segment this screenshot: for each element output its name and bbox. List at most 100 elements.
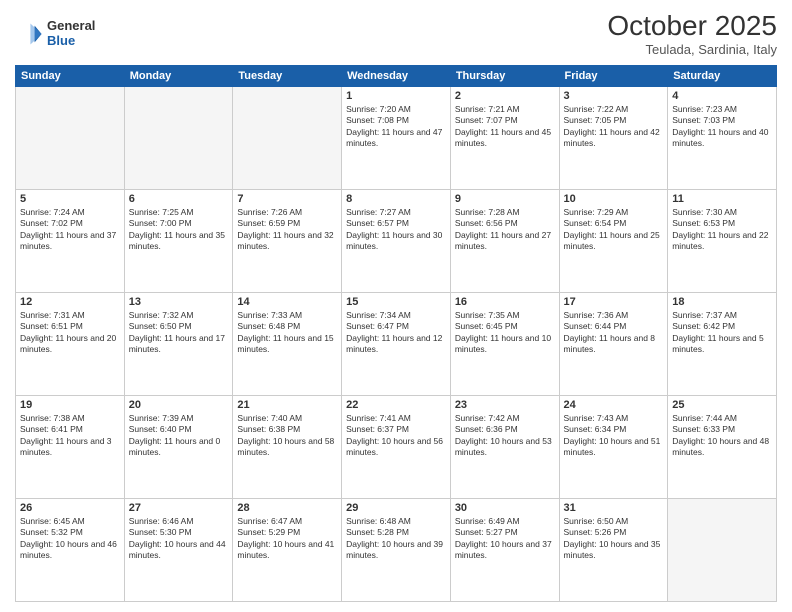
day-number: 18 bbox=[672, 296, 772, 308]
table-row: 8 Sunrise: 7:27 AMSunset: 6:57 PMDaylight… bbox=[342, 190, 451, 293]
table-row: 12 Sunrise: 7:31 AMSunset: 6:51 PMDayligh… bbox=[16, 293, 125, 396]
day-info: Sunrise: 7:24 AMSunset: 7:02 PMDaylight:… bbox=[20, 207, 120, 253]
table-row: 26 Sunrise: 6:45 AMSunset: 5:32 PMDayligh… bbox=[16, 499, 125, 602]
table-row: 1Sunrise: 7:20 AMSunset: 7:08 PMDaylight… bbox=[342, 87, 451, 190]
day-number: 13 bbox=[129, 296, 229, 308]
calendar-week-row: 1Sunrise: 7:20 AMSunset: 7:08 PMDaylight… bbox=[16, 87, 777, 190]
table-row: 18 Sunrise: 7:37 AMSunset: 6:42 PMDayligh… bbox=[668, 293, 777, 396]
table-row bbox=[124, 87, 233, 190]
day-number: 4 bbox=[672, 90, 772, 102]
day-number: 26 bbox=[20, 502, 120, 514]
logo-text: General Blue bbox=[47, 19, 95, 48]
day-info: Sunrise: 7:39 AMSunset: 6:40 PMDaylight:… bbox=[129, 413, 229, 459]
title-section: October 2025 Teulada, Sardinia, Italy bbox=[607, 10, 777, 57]
table-row: 11 Sunrise: 7:30 AMSunset: 6:53 PMDayligh… bbox=[668, 190, 777, 293]
day-info: Sunrise: 6:45 AMSunset: 5:32 PMDaylight:… bbox=[20, 516, 120, 562]
day-number: 6 bbox=[129, 193, 229, 205]
table-row: 2 Sunrise: 7:21 AMSunset: 7:07 PMDaylight… bbox=[450, 87, 559, 190]
day-number: 27 bbox=[129, 502, 229, 514]
day-info: Sunrise: 6:50 AMSunset: 5:26 PMDaylight:… bbox=[564, 516, 664, 562]
day-info: Sunrise: 7:23 AMSunset: 7:03 PMDaylight:… bbox=[672, 104, 772, 150]
day-number: 12 bbox=[20, 296, 120, 308]
col-saturday: Saturday bbox=[668, 66, 777, 87]
day-number: 16 bbox=[455, 296, 555, 308]
header: General Blue October 2025 Teulada, Sardi… bbox=[15, 10, 777, 57]
location-subtitle: Teulada, Sardinia, Italy bbox=[607, 42, 777, 57]
day-info: Sunrise: 7:34 AMSunset: 6:47 PMDaylight:… bbox=[346, 310, 446, 356]
day-number: 11 bbox=[672, 193, 772, 205]
day-info: Sunrise: 7:37 AMSunset: 6:42 PMDaylight:… bbox=[672, 310, 772, 356]
day-number: 19 bbox=[20, 399, 120, 411]
table-row: 3 Sunrise: 7:22 AMSunset: 7:05 PMDaylight… bbox=[559, 87, 668, 190]
logo-icon bbox=[15, 20, 43, 48]
table-row: 23Sunrise: 7:42 AMSunset: 6:36 PMDayligh… bbox=[450, 396, 559, 499]
day-number: 8 bbox=[346, 193, 446, 205]
table-row: 20 Sunrise: 7:39 AMSunset: 6:40 PMDayligh… bbox=[124, 396, 233, 499]
day-info: Sunrise: 6:47 AMSunset: 5:29 PMDaylight:… bbox=[237, 516, 337, 562]
table-row: 7 Sunrise: 7:26 AMSunset: 6:59 PMDaylight… bbox=[233, 190, 342, 293]
day-info: Sunrise: 7:33 AMSunset: 6:48 PMDaylight:… bbox=[237, 310, 337, 356]
day-number: 14 bbox=[237, 296, 337, 308]
table-row: 30 Sunrise: 6:49 AMSunset: 5:27 PMDayligh… bbox=[450, 499, 559, 602]
day-info: Sunrise: 7:31 AMSunset: 6:51 PMDaylight:… bbox=[20, 310, 120, 356]
day-info: Sunrise: 7:21 AMSunset: 7:07 PMDaylight:… bbox=[455, 104, 555, 150]
day-info: Sunrise: 7:36 AMSunset: 6:44 PMDaylight:… bbox=[564, 310, 664, 356]
day-info: Sunrise: 7:22 AMSunset: 7:05 PMDaylight:… bbox=[564, 104, 664, 150]
day-info: Sunrise: 7:43 AMSunset: 6:34 PMDaylight:… bbox=[564, 413, 664, 459]
table-row: 13 Sunrise: 7:32 AMSunset: 6:50 PMDayligh… bbox=[124, 293, 233, 396]
day-info: Sunrise: 7:32 AMSunset: 6:50 PMDaylight:… bbox=[129, 310, 229, 356]
day-number: 17 bbox=[564, 296, 664, 308]
day-number: 1 bbox=[346, 90, 446, 102]
col-monday: Monday bbox=[124, 66, 233, 87]
table-row bbox=[668, 499, 777, 602]
day-info: Sunrise: 7:25 AMSunset: 7:00 PMDaylight:… bbox=[129, 207, 229, 253]
table-row: 9Sunrise: 7:28 AMSunset: 6:56 PMDaylight… bbox=[450, 190, 559, 293]
day-number: 5 bbox=[20, 193, 120, 205]
day-number: 20 bbox=[129, 399, 229, 411]
day-number: 21 bbox=[237, 399, 337, 411]
table-row: 28 Sunrise: 6:47 AMSunset: 5:29 PMDayligh… bbox=[233, 499, 342, 602]
col-thursday: Thursday bbox=[450, 66, 559, 87]
day-number: 2 bbox=[455, 90, 555, 102]
table-row: 16Sunrise: 7:35 AMSunset: 6:45 PMDayligh… bbox=[450, 293, 559, 396]
table-row: 5 Sunrise: 7:24 AMSunset: 7:02 PMDaylight… bbox=[16, 190, 125, 293]
table-row: 10Sunrise: 7:29 AMSunset: 6:54 PMDayligh… bbox=[559, 190, 668, 293]
calendar-week-row: 26 Sunrise: 6:45 AMSunset: 5:32 PMDayligh… bbox=[16, 499, 777, 602]
day-number: 3 bbox=[564, 90, 664, 102]
day-number: 24 bbox=[564, 399, 664, 411]
table-row: 19Sunrise: 7:38 AMSunset: 6:41 PMDayligh… bbox=[16, 396, 125, 499]
table-row bbox=[233, 87, 342, 190]
day-number: 7 bbox=[237, 193, 337, 205]
table-row: 21Sunrise: 7:40 AMSunset: 6:38 PMDayligh… bbox=[233, 396, 342, 499]
logo: General Blue bbox=[15, 19, 95, 48]
day-number: 23 bbox=[455, 399, 555, 411]
day-number: 15 bbox=[346, 296, 446, 308]
day-info: Sunrise: 6:49 AMSunset: 5:27 PMDaylight:… bbox=[455, 516, 555, 562]
table-row: 24 Sunrise: 7:43 AMSunset: 6:34 PMDayligh… bbox=[559, 396, 668, 499]
day-info: Sunrise: 6:48 AMSunset: 5:28 PMDaylight:… bbox=[346, 516, 446, 562]
col-sunday: Sunday bbox=[16, 66, 125, 87]
day-info: Sunrise: 7:41 AMSunset: 6:37 PMDaylight:… bbox=[346, 413, 446, 459]
day-number: 30 bbox=[455, 502, 555, 514]
day-number: 9 bbox=[455, 193, 555, 205]
table-row: 17 Sunrise: 7:36 AMSunset: 6:44 PMDayligh… bbox=[559, 293, 668, 396]
calendar-week-row: 19Sunrise: 7:38 AMSunset: 6:41 PMDayligh… bbox=[16, 396, 777, 499]
day-info: Sunrise: 6:46 AMSunset: 5:30 PMDaylight:… bbox=[129, 516, 229, 562]
day-number: 31 bbox=[564, 502, 664, 514]
logo-blue-label: Blue bbox=[47, 34, 95, 48]
day-number: 25 bbox=[672, 399, 772, 411]
col-friday: Friday bbox=[559, 66, 668, 87]
day-info: Sunrise: 7:44 AMSunset: 6:33 PMDaylight:… bbox=[672, 413, 772, 459]
day-info: Sunrise: 7:30 AMSunset: 6:53 PMDaylight:… bbox=[672, 207, 772, 253]
month-title: October 2025 bbox=[607, 10, 777, 42]
page: General Blue October 2025 Teulada, Sardi… bbox=[0, 0, 792, 612]
day-number: 28 bbox=[237, 502, 337, 514]
table-row: 14 Sunrise: 7:33 AMSunset: 6:48 PMDayligh… bbox=[233, 293, 342, 396]
table-row: 4 Sunrise: 7:23 AMSunset: 7:03 PMDaylight… bbox=[668, 87, 777, 190]
col-wednesday: Wednesday bbox=[342, 66, 451, 87]
table-row: 31 Sunrise: 6:50 AMSunset: 5:26 PMDayligh… bbox=[559, 499, 668, 602]
day-info: Sunrise: 7:27 AMSunset: 6:57 PMDaylight:… bbox=[346, 207, 446, 253]
day-number: 29 bbox=[346, 502, 446, 514]
day-info: Sunrise: 7:26 AMSunset: 6:59 PMDaylight:… bbox=[237, 207, 337, 253]
calendar-week-row: 12 Sunrise: 7:31 AMSunset: 6:51 PMDayligh… bbox=[16, 293, 777, 396]
